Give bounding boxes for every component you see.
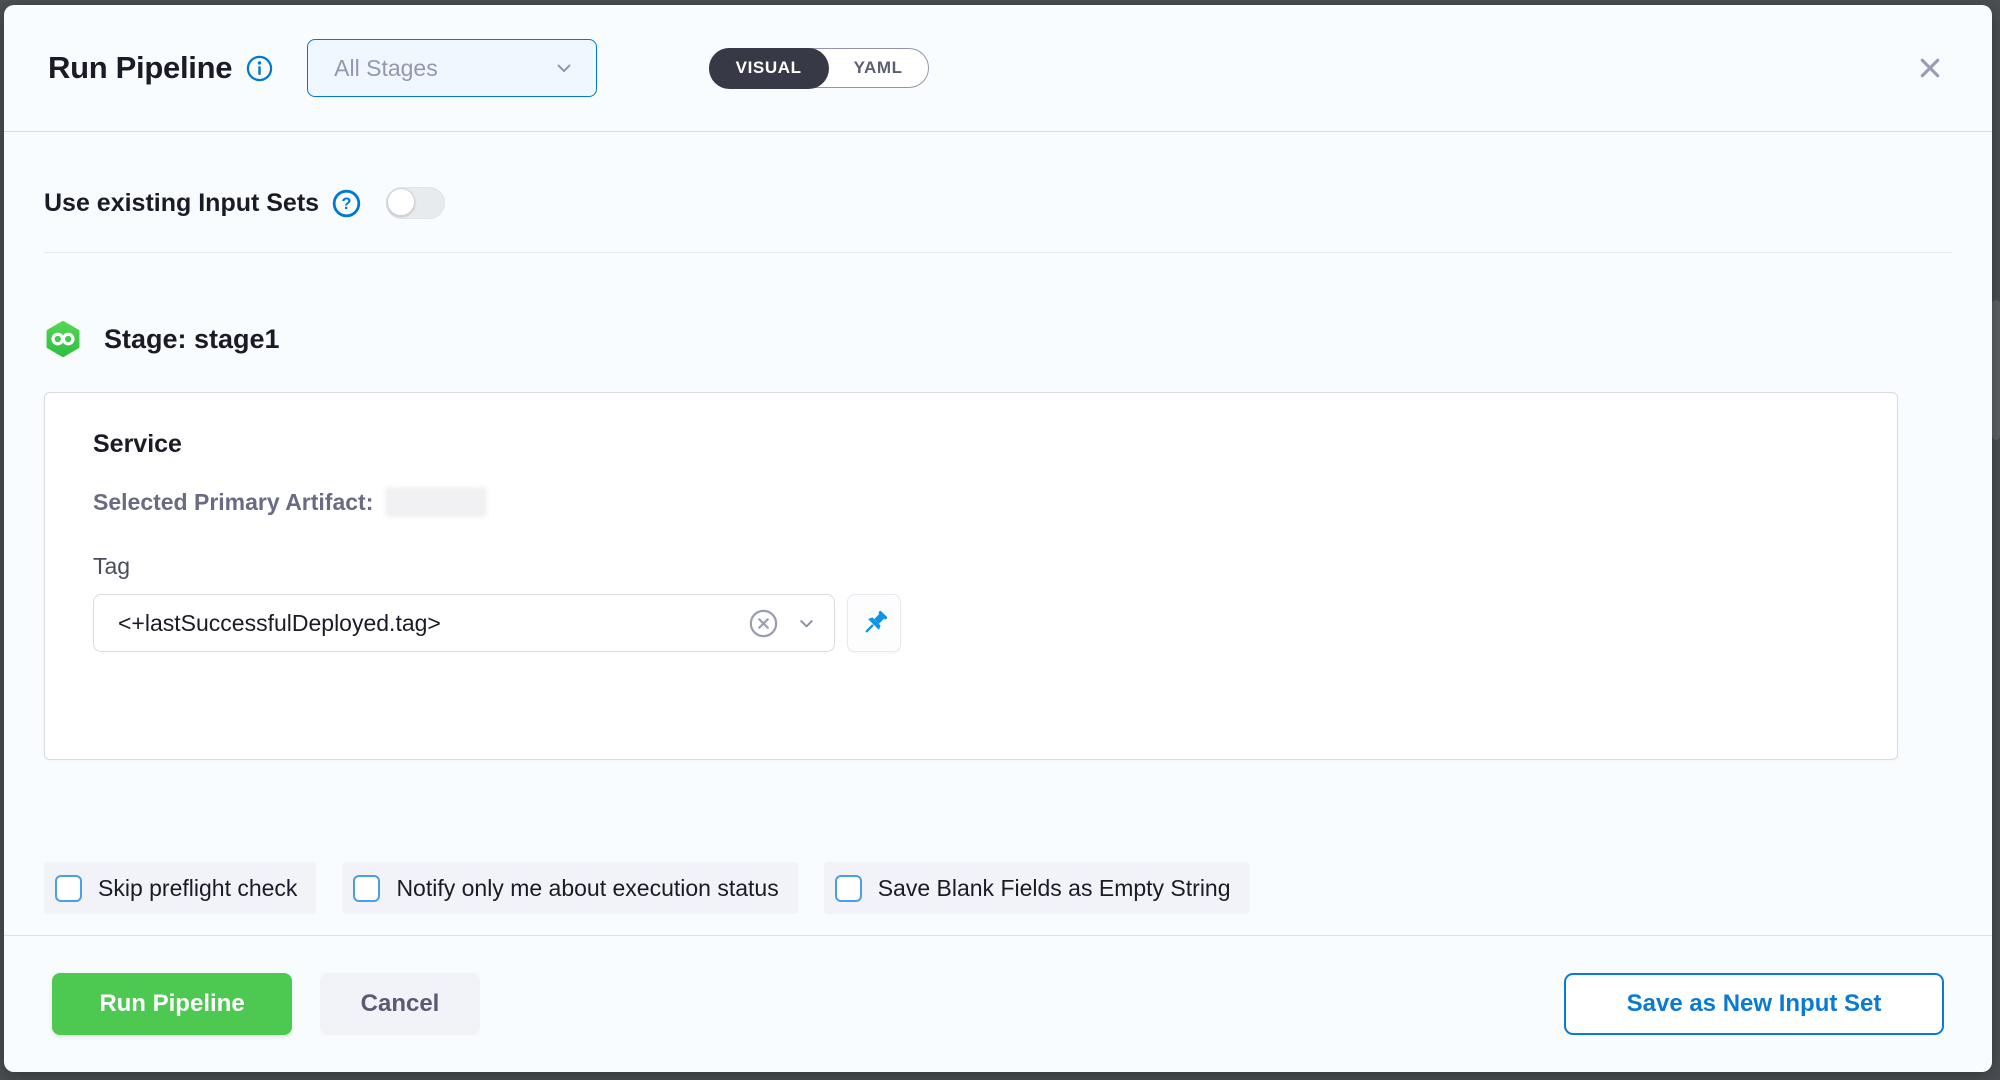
- input-sets-toggle[interactable]: [386, 187, 445, 219]
- selected-artifact-label: Selected Primary Artifact:: [93, 489, 373, 516]
- help-icon[interactable]: ?: [332, 189, 361, 218]
- chevron-down-icon[interactable]: [795, 612, 818, 635]
- page-title: Run Pipeline: [48, 50, 232, 86]
- option-skip-preflight[interactable]: Skip preflight check: [44, 862, 316, 914]
- option-label: Save Blank Fields as Empty String: [878, 875, 1231, 902]
- svg-text:?: ?: [342, 195, 352, 213]
- stage-select-dropdown[interactable]: All Stages: [307, 39, 597, 97]
- option-save-blank-fields[interactable]: Save Blank Fields as Empty String: [824, 862, 1250, 914]
- stage-row: Stage: stage1: [44, 319, 1952, 359]
- cancel-button[interactable]: Cancel: [320, 973, 480, 1035]
- tag-input-row: [93, 594, 1849, 652]
- modal-header: Run Pipeline All Stages VISUAL YAML: [4, 5, 1992, 132]
- artifact-value-redacted: [385, 487, 487, 517]
- visual-yaml-toggle: VISUAL YAML: [709, 48, 928, 88]
- stage-icon: [44, 320, 82, 358]
- close-icon[interactable]: [1914, 52, 1946, 84]
- scrollbar-thumb[interactable]: [1992, 300, 2000, 440]
- selected-artifact-row: Selected Primary Artifact:: [93, 487, 1849, 517]
- use-existing-input-sets-row: Use existing Input Sets ?: [44, 182, 1952, 224]
- modal-footer: Run Pipeline Cancel Save as New Input Se…: [4, 935, 1992, 1072]
- run-pipeline-modal: Run Pipeline All Stages VISUAL YAML: [4, 5, 1992, 1072]
- section-divider: [44, 252, 1952, 253]
- stage-select-value: All Stages: [334, 55, 438, 82]
- pin-button[interactable]: [847, 594, 901, 652]
- option-label: Skip preflight check: [98, 875, 297, 902]
- toggle-knob: [387, 188, 415, 216]
- checkbox-save-blank-fields[interactable]: [835, 875, 862, 902]
- info-icon[interactable]: [246, 55, 273, 82]
- options-row: Skip preflight check Notify only me abou…: [44, 862, 1952, 914]
- tag-label: Tag: [93, 553, 1849, 580]
- option-label: Notify only me about execution status: [396, 875, 778, 902]
- service-card: Service Selected Primary Artifact: Tag: [44, 392, 1898, 760]
- checkbox-notify-only-me[interactable]: [353, 875, 380, 902]
- save-as-new-input-set-button[interactable]: Save as New Input Set: [1564, 973, 1944, 1035]
- run-pipeline-button[interactable]: Run Pipeline: [52, 973, 292, 1035]
- chevron-down-icon: [552, 56, 576, 80]
- tag-input-wrap: [93, 594, 835, 652]
- option-notify-only-me[interactable]: Notify only me about execution status: [342, 862, 797, 914]
- checkbox-skip-preflight[interactable]: [55, 875, 82, 902]
- tab-visual[interactable]: VISUAL: [709, 48, 829, 89]
- clear-icon[interactable]: [748, 608, 779, 639]
- pin-icon: [859, 608, 890, 639]
- modal-body: Use existing Input Sets ?: [4, 132, 1992, 935]
- use-existing-input-sets-label: Use existing Input Sets: [44, 189, 319, 218]
- service-title: Service: [93, 430, 1849, 459]
- tab-yaml[interactable]: YAML: [829, 49, 928, 87]
- stage-label: Stage: stage1: [104, 324, 280, 355]
- tag-input[interactable]: [116, 609, 748, 638]
